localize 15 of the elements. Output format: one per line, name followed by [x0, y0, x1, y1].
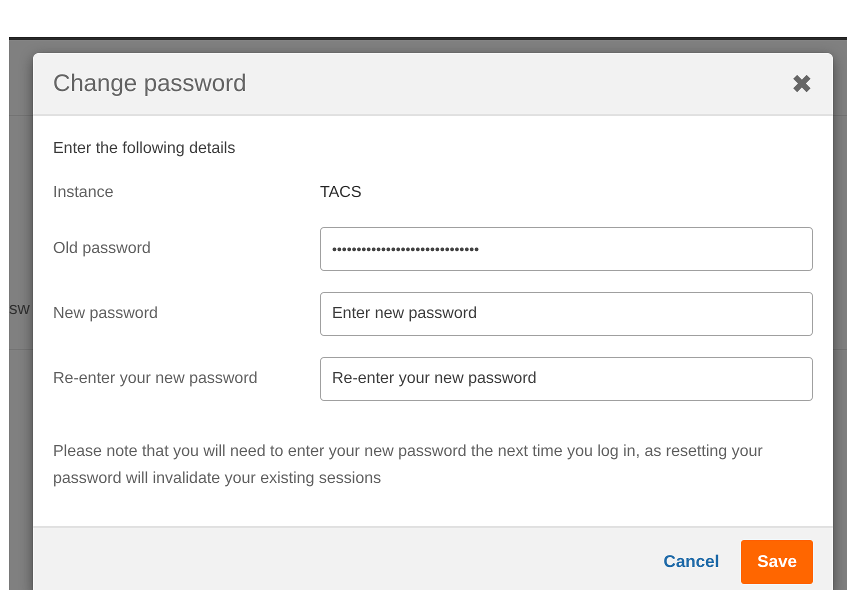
- field-label: Instance: [53, 184, 114, 202]
- note-text: Please note that you will need to enter your new password the next time you log in, as resetting your password will invalidate your existing sessions: [53, 442, 764, 489]
- password-field[interactable]: ••••••••••••••••••••••••••••••: [320, 227, 813, 271]
- save-button[interactable]: Save: [741, 540, 813, 584]
- close-button[interactable]: ✖: [791, 70, 813, 96]
- field-label: Re-enter your new password: [53, 370, 259, 388]
- page-text: sw: [9, 299, 30, 319]
- field-label: Old password: [53, 240, 152, 258]
- intro-text: Enter the following details: [53, 140, 236, 158]
- instance-value: TACS: [320, 184, 362, 202]
- password-field[interactable]: Enter new password: [320, 292, 813, 336]
- dialog-title: Change password: [53, 70, 246, 98]
- field-label: New password: [53, 305, 159, 323]
- password-field[interactable]: Re-enter your new password: [320, 357, 813, 401]
- cancel-button[interactable]: Cancel: [664, 552, 720, 572]
